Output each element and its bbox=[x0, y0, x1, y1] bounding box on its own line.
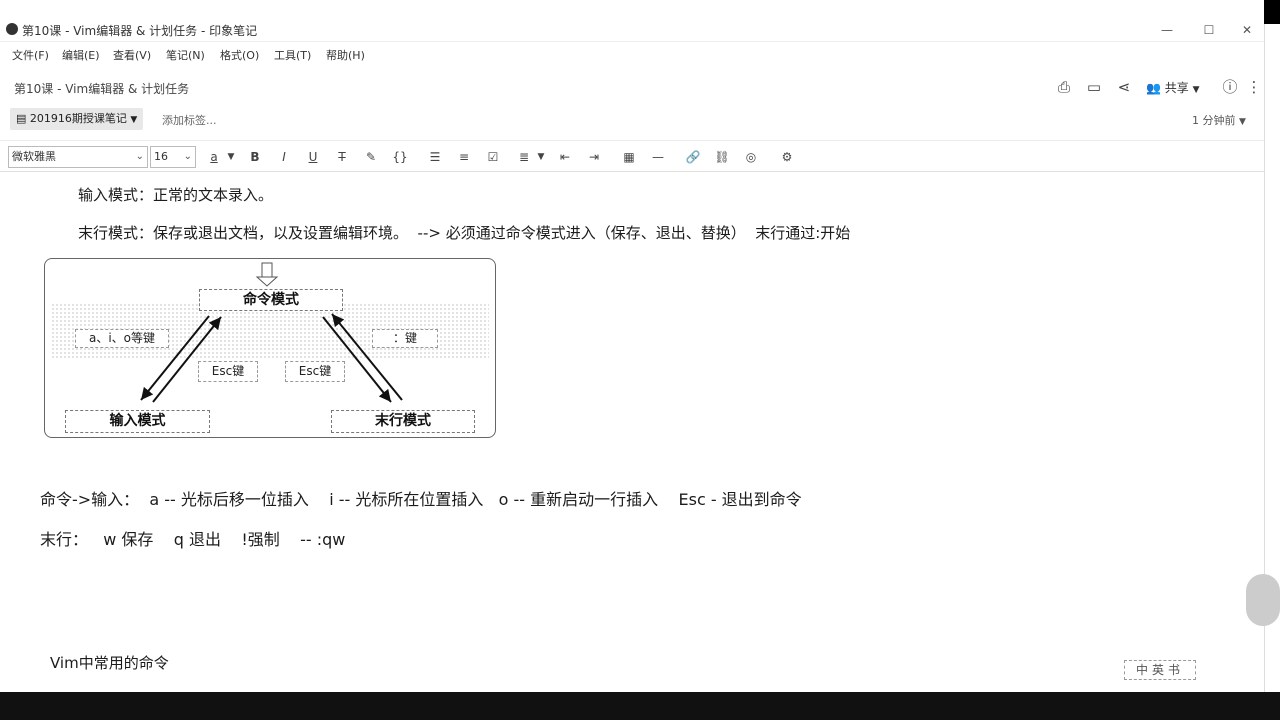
menu-note[interactable]: 笔记(N) bbox=[166, 47, 205, 63]
highlight-icon[interactable]: ✎ bbox=[362, 148, 380, 166]
command-mode-box: 命令模式 bbox=[199, 289, 343, 311]
minimize-button[interactable]: — bbox=[1150, 20, 1184, 40]
colon-key-label: ：键 bbox=[372, 329, 438, 348]
info-icon[interactable]: ⓘ bbox=[1220, 77, 1240, 97]
font-size-select[interactable]: 16 ⌄ bbox=[150, 146, 196, 168]
text-color-icon[interactable]: a bbox=[205, 148, 223, 166]
present-icon[interactable]: ▭ bbox=[1084, 77, 1104, 97]
title-bar: 第10课 - Vim编辑器 & 计划任务 - 印象笔记 — ☐ ✕ bbox=[0, 18, 1264, 42]
menu-view[interactable]: 查看(V) bbox=[113, 47, 151, 63]
share-icon[interactable]: ⋖ bbox=[1114, 77, 1134, 97]
notebook-selector[interactable]: ▤ 201916期授课笔记 ▼ bbox=[10, 108, 144, 130]
app-icon bbox=[6, 23, 18, 35]
menu-tools[interactable]: 工具(T) bbox=[274, 47, 311, 63]
format-toolbar: 微软雅黑 ⌄ 16 ⌄ a ▼ B I U T ✎ {} ☰ ≡ ☑ ≣ ▼ ⇤… bbox=[0, 140, 1264, 172]
outdent-icon[interactable]: ⇤ bbox=[556, 148, 574, 166]
text-line-vim-common: Vim中常用的命令 bbox=[50, 654, 169, 672]
text-line-lastline-commands: 末行： w 保存 q 退出 !强制 -- :qw bbox=[40, 530, 346, 549]
menu-file[interactable]: 文件(F) bbox=[12, 47, 49, 63]
italic-icon[interactable]: I bbox=[275, 148, 293, 166]
menu-format[interactable]: 格式(O) bbox=[220, 47, 259, 63]
close-button[interactable]: ✕ bbox=[1230, 20, 1264, 40]
settings-icon[interactable]: ⚙ bbox=[778, 148, 796, 166]
app-window: 第10课 - Vim编辑器 & 计划任务 - 印象笔记 — ☐ ✕ 文件(F) … bbox=[0, 0, 1264, 692]
add-tag-input[interactable]: 添加标签... bbox=[162, 112, 217, 128]
scroll-handle[interactable] bbox=[1246, 574, 1280, 626]
indent-icon[interactable]: ⇥ bbox=[585, 148, 603, 166]
numbered-list-icon[interactable]: ≡ bbox=[455, 148, 473, 166]
chevron-down-icon: ▼ bbox=[130, 115, 138, 125]
divider-icon[interactable]: — bbox=[649, 148, 667, 166]
chevron-down-icon: ▼ bbox=[1192, 85, 1200, 95]
time-ago[interactable]: 1 分钟前 ▼ bbox=[1192, 112, 1246, 128]
esc-key-label-right: Esc键 bbox=[285, 361, 345, 382]
font-family-value: 微软雅黑 bbox=[12, 150, 56, 163]
taskbar-strip bbox=[0, 692, 1280, 720]
maximize-button[interactable]: ☐ bbox=[1192, 20, 1226, 40]
bold-icon[interactable]: B bbox=[246, 148, 264, 166]
globe-icon[interactable]: ◎ bbox=[742, 148, 760, 166]
text-line-lastline-mode: 末行模式：保存或退出文档，以及设置编辑环境。 --> 必须通过命令模式进入（保存… bbox=[78, 224, 851, 242]
chevron-down-icon: ⌄ bbox=[135, 151, 144, 162]
print-icon[interactable]: ⎙ bbox=[1054, 77, 1074, 97]
bullet-list-icon[interactable]: ☰ bbox=[426, 148, 444, 166]
underline-icon[interactable]: U bbox=[304, 148, 322, 166]
vim-mode-diagram: 命令模式 输入模式 末行模式 a、i、o等键 ：键 Esc键 Esc键 bbox=[44, 258, 496, 438]
code-icon[interactable]: {} bbox=[391, 148, 409, 166]
share-label: 共享 bbox=[1164, 81, 1189, 95]
menu-bar: 文件(F) 编辑(E) 查看(V) 笔记(N) 格式(O) 工具(T) 帮助(H… bbox=[0, 43, 1264, 65]
notebook-name: 201916期授课笔记 bbox=[29, 112, 127, 125]
chevron-down-icon[interactable]: ▼ bbox=[222, 148, 240, 166]
text-line-insert-mode: 输入模式：正常的文本录入。 bbox=[78, 186, 274, 204]
share-button[interactable]: 👥 共享 ▼ bbox=[1146, 79, 1200, 96]
notebook-icon: ▤ bbox=[16, 112, 27, 125]
table-icon[interactable]: ▦ bbox=[620, 148, 638, 166]
note-header: 第10课 - Vim编辑器 & 计划任务 ⎙ ▭ ⋖ 👥 共享 ▼ ⓘ ⋮ bbox=[0, 72, 1264, 102]
chevron-down-icon[interactable]: ▼ bbox=[532, 148, 550, 166]
checkbox-icon[interactable]: ☑ bbox=[484, 148, 502, 166]
link-icon[interactable]: 🔗 bbox=[684, 148, 702, 166]
tag-bar: ▤ 201916期授课笔记 ▼ 添加标签... 1 分钟前 ▼ bbox=[0, 106, 1264, 134]
watermark-stamp: 中英书 bbox=[1124, 660, 1196, 680]
more-icon[interactable]: ⋮ bbox=[1244, 77, 1264, 97]
lastline-mode-box: 末行模式 bbox=[331, 410, 475, 433]
chevron-down-icon: ⌄ bbox=[183, 151, 192, 162]
people-icon: 👥 bbox=[1146, 81, 1161, 95]
font-size-value: 16 bbox=[154, 150, 168, 163]
aio-keys-label: a、i、o等键 bbox=[75, 329, 169, 348]
align-icon[interactable]: ≣ bbox=[515, 148, 533, 166]
time-ago-label: 1 分钟前 bbox=[1192, 114, 1236, 127]
text-line-command-to-insert: 命令->输入： a -- 光标后移一位插入 i -- 光标所在位置插入 o --… bbox=[40, 490, 802, 509]
font-family-select[interactable]: 微软雅黑 ⌄ bbox=[8, 146, 148, 168]
chevron-down-icon: ▼ bbox=[1239, 117, 1246, 127]
menu-edit[interactable]: 编辑(E) bbox=[62, 47, 100, 63]
note-title[interactable]: 第10课 - Vim编辑器 & 计划任务 bbox=[14, 80, 189, 97]
esc-key-label-left: Esc键 bbox=[198, 361, 258, 382]
menu-help[interactable]: 帮助(H) bbox=[326, 47, 365, 63]
strikethrough-icon[interactable]: T bbox=[333, 148, 351, 166]
window-title: 第10课 - Vim编辑器 & 计划任务 - 印象笔记 bbox=[22, 24, 258, 38]
insert-mode-box: 输入模式 bbox=[65, 410, 210, 433]
unlink-icon[interactable]: ⛓ bbox=[713, 148, 731, 166]
